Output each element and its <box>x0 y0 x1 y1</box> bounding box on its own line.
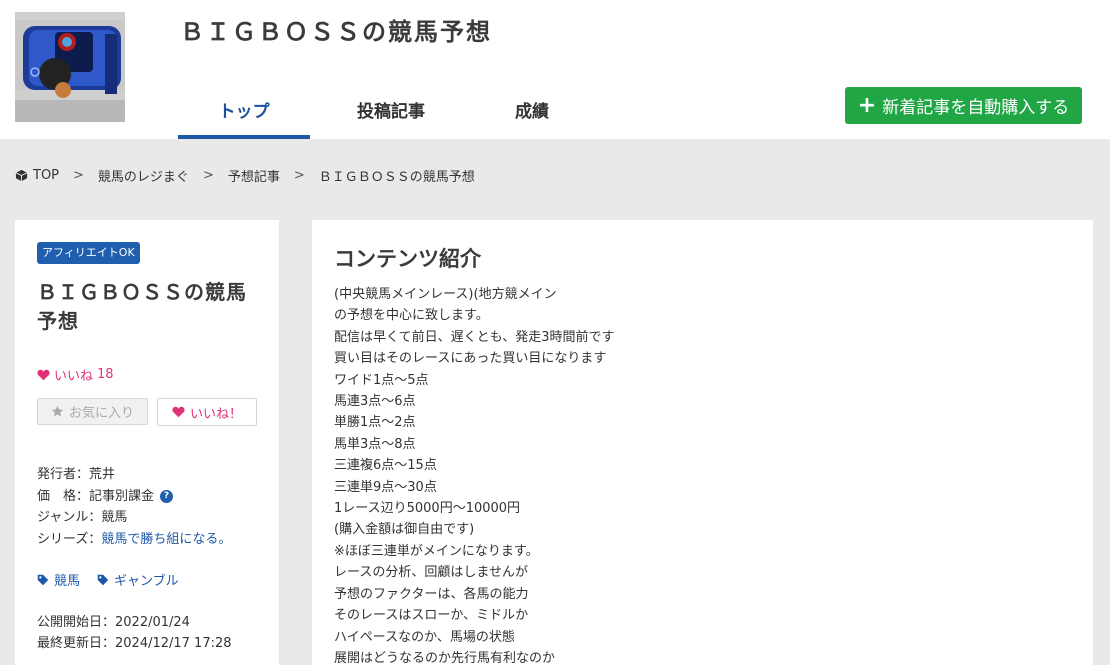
tab-results[interactable]: 成績 <box>472 80 592 139</box>
content-line: 展開はどうなるのか先行馬有利なのか <box>334 650 556 665</box>
content-line: (購入金額は御自由です) <box>334 522 475 538</box>
series-label: シリーズ： <box>37 531 102 547</box>
tag-icon <box>37 574 49 585</box>
tab-posts[interactable]: 投稿記事 <box>310 80 472 139</box>
breadcrumb: TOP > 競馬のレジまぐ > 予想記事 > ＢＩＧＢＯＳＳの競馬予想 <box>15 166 475 185</box>
content-line: 馬単3点～8点 <box>334 436 416 452</box>
like-count: いいね 18 <box>37 365 114 384</box>
breadcrumb-articles[interactable]: 予想記事 <box>228 166 280 185</box>
content-line: ハイペースなのか、馬場の状態 <box>334 629 515 645</box>
tag-keiba[interactable]: 競馬 <box>37 570 80 589</box>
content-line: 予想のファクターは、各馬の能力 <box>334 586 529 602</box>
content-line: 配信は早くて前日、遅くとも、発走3時間前です <box>334 329 615 345</box>
favorite-button-label: お気に入り <box>68 406 134 421</box>
breadcrumb-top[interactable]: TOP <box>33 168 59 183</box>
help-icon[interactable]: ? <box>160 489 174 503</box>
content-line: 1レース辺り5000円～10000円 <box>334 501 521 517</box>
content-line: の予想を中心に致します。 <box>334 308 489 324</box>
content-line: ワイド1点～5点 <box>334 372 429 388</box>
published-date: 公開開始日：2022/01/24 <box>37 615 190 630</box>
site-header: ＢＩＧＢＯＳＳの競馬予想 トップ 投稿記事 成績 + 新着記事を自動購入する <box>0 0 1110 139</box>
tag-gamble[interactable]: ギャンブル <box>97 570 179 589</box>
publisher-label: 発行者： <box>37 467 90 482</box>
heart-icon <box>37 369 50 380</box>
heart-icon <box>172 406 185 418</box>
like-count-value: 18 <box>97 367 114 382</box>
favorite-button[interactable]: お気に入り <box>37 398 148 425</box>
price-row: 価 格： 記事別課金 ? <box>37 486 231 508</box>
tab-top[interactable]: トップ <box>178 80 310 139</box>
tag-label: 競馬 <box>54 574 81 589</box>
magazine-meta: 発行者： 荒井 価 格： 記事別課金 ? ジャンル： 競馬 シリーズ： 競馬で勝… <box>37 464 231 550</box>
like-count-label: いいね <box>54 369 94 384</box>
content-description: (中央競馬メインレース)(地方競メイン の予想を中心に致します。配信は早くて前日、… <box>334 284 615 665</box>
section-heading: コンテンツ紹介 <box>334 247 481 271</box>
content-line: そのレースはスローか、ミドルか <box>334 608 529 624</box>
chevron-right-icon: > <box>202 168 214 183</box>
breadcrumb-current: ＢＩＧＢＯＳＳの競馬予想 <box>318 170 475 185</box>
content-line: (中央競馬メインレース)(地方競メイン <box>334 287 557 302</box>
genre-label: ジャンル： <box>37 510 102 525</box>
updated-date: 最終更新日：2024/12/17 17:28 <box>37 636 232 651</box>
like-button[interactable]: いいね！ <box>157 398 257 426</box>
site-thumbnail-image[interactable] <box>15 12 125 122</box>
plus-icon: + <box>857 92 877 118</box>
genre-value: 競馬 <box>101 510 128 525</box>
content-line: 単勝1点～2点 <box>334 415 416 431</box>
tag-icon <box>97 574 109 585</box>
auto-purchase-label: 新着記事を自動購入する <box>882 98 1070 118</box>
content-line: ※ほぼ三連単がメインになります。 <box>334 543 539 559</box>
magazine-info-card: アフィリエイトOK ＢＩＧＢＯＳＳの競馬予想 いいね 18 お気に入り いいね！… <box>15 220 279 665</box>
star-icon <box>51 405 64 417</box>
content-line: 馬連3点～6点 <box>334 394 416 410</box>
breadcrumb-keiba[interactable]: 競馬のレジまぐ <box>98 166 189 185</box>
publisher-value: 荒井 <box>89 467 116 482</box>
tag-list: 競馬 ギャンブル <box>37 570 179 589</box>
site-title: ＢＩＧＢＯＳＳの競馬予想 <box>180 18 492 46</box>
content-line: 買い目はそのレースにあった買い目になります <box>334 351 607 367</box>
content-line: 三連単9点～30点 <box>334 479 437 495</box>
content-line: 三連複6点～15点 <box>334 458 437 474</box>
tag-label: ギャンブル <box>114 574 179 589</box>
magazine-dates: 公開開始日：2022/01/24 最終更新日：2024/12/17 17:28 <box>37 612 232 654</box>
series-link[interactable]: 競馬で勝ち組になる。 <box>101 529 231 551</box>
series-row: シリーズ： 競馬で勝ち組になる。 <box>37 529 231 551</box>
price-value: 記事別課金 <box>89 488 155 504</box>
affiliate-badge: アフィリエイトOK <box>37 242 140 264</box>
main-nav: トップ 投稿記事 成績 <box>178 80 592 139</box>
content-intro-card: コンテンツ紹介 (中央競馬メインレース)(地方競メイン の予想を中心に致します。配… <box>312 220 1093 665</box>
chevron-right-icon: > <box>293 168 305 183</box>
auto-purchase-button[interactable]: + 新着記事を自動購入する <box>845 87 1082 124</box>
price-label: 価 格： <box>37 488 90 504</box>
chevron-right-icon: > <box>73 168 84 183</box>
publisher-row: 発行者： 荒井 <box>37 464 231 486</box>
content-line: レースの分析、回顧はしませんが <box>334 565 528 581</box>
cube-icon <box>15 169 28 182</box>
magazine-title: ＢＩＧＢＯＳＳの競馬予想 <box>37 280 247 333</box>
genre-row: ジャンル： 競馬 <box>37 507 231 529</box>
like-button-label: いいね！ <box>189 406 242 422</box>
